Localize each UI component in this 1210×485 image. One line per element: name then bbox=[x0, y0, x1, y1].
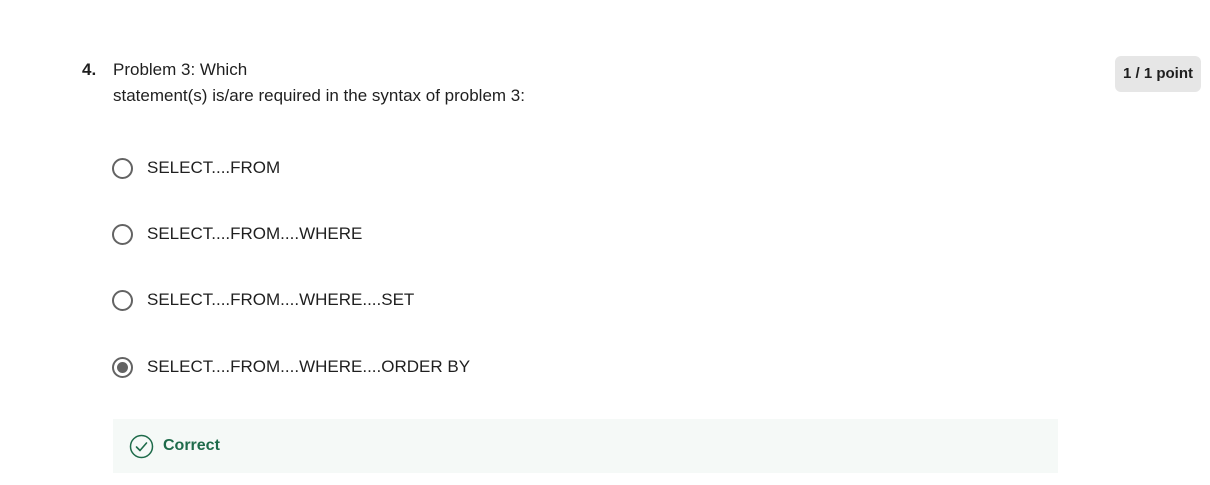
points-badge: 1 / 1 point bbox=[1115, 56, 1201, 92]
check-circle-icon bbox=[129, 434, 154, 459]
question-text: Problem 3: Which statement(s) is/are req… bbox=[113, 57, 525, 109]
option-label: SELECT....FROM....WHERE....ORDER BY bbox=[147, 357, 471, 376]
option-label: SELECT....FROM....WHERE....SET bbox=[147, 290, 415, 309]
radio-button-unselected[interactable] bbox=[112, 289, 133, 311]
option-label: SELECT....FROM bbox=[147, 158, 281, 177]
radio-option[interactable]: SELECT....FROM....WHERE bbox=[112, 221, 362, 247]
radio-option[interactable]: SELECT....FROM....WHERE....ORDER BY bbox=[112, 354, 470, 380]
radio-selected-dot bbox=[117, 361, 128, 373]
radio-button-unselected[interactable] bbox=[112, 223, 133, 245]
radio-option[interactable]: SELECT....FROM....WHERE....SET bbox=[112, 287, 414, 313]
radio-option[interactable]: SELECT....FROM bbox=[112, 155, 280, 181]
question-text-line-2: statement(s) is/are required in the synt… bbox=[113, 86, 525, 105]
radio-button-selected[interactable] bbox=[112, 356, 133, 378]
feedback-box: Correct bbox=[113, 419, 1058, 473]
question-text-line-1: Problem 3: Which bbox=[113, 60, 248, 79]
radio-button-unselected[interactable] bbox=[112, 157, 133, 179]
question-number: 4. bbox=[82, 60, 97, 79]
feedback-status: Correct bbox=[163, 437, 220, 454]
option-label: SELECT....FROM....WHERE bbox=[147, 224, 363, 243]
